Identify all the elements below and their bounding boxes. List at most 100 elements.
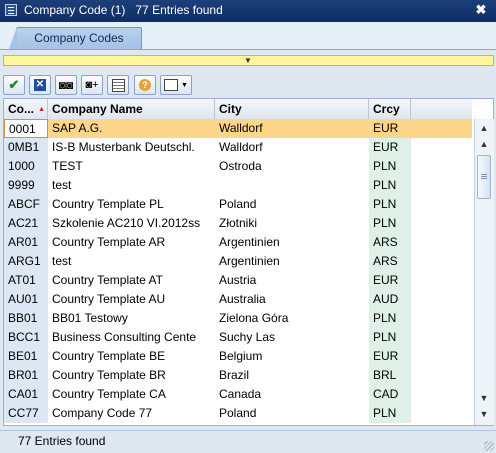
cell-city[interactable]: Walldorf xyxy=(215,138,369,157)
cell-company-code[interactable]: AT01 xyxy=(4,271,48,290)
cell-currency[interactable]: PLN xyxy=(369,309,411,328)
cell-company-name[interactable]: Country Template AU xyxy=(48,290,215,309)
cell-company-name[interactable]: Country Template BE xyxy=(48,347,215,366)
cell-company-name[interactable]: BB01 Testowy xyxy=(48,309,215,328)
cell-company-name[interactable]: Company Code 77 xyxy=(48,404,215,423)
cell-city[interactable]: Argentinien xyxy=(215,252,369,271)
cell-city[interactable]: Austria xyxy=(215,271,369,290)
cell-city[interactable]: Złotniki xyxy=(215,214,369,233)
cell-currency[interactable]: EUR xyxy=(369,119,411,138)
table-row[interactable]: ABCF Country Template PL Poland PLN xyxy=(4,195,472,214)
cell-company-code[interactable]: BR01 xyxy=(4,366,48,385)
cell-currency[interactable]: BRL xyxy=(369,366,411,385)
column-header-city[interactable]: City xyxy=(215,99,369,119)
cell-company-code[interactable]: 9999 xyxy=(4,176,48,195)
tab-company-codes[interactable]: Company Codes xyxy=(9,27,142,49)
cell-company-code[interactable]: BCC1 xyxy=(4,328,48,347)
column-header-code[interactable]: Co... ▲ xyxy=(4,99,48,119)
column-header-company-name[interactable]: Company Name xyxy=(48,99,215,119)
close-window-icon[interactable]: ✖ xyxy=(473,2,489,18)
table-row[interactable]: AR01 Country Template AR Argentinien ARS xyxy=(4,233,472,252)
save-selection-button[interactable] xyxy=(107,75,129,95)
cell-currency[interactable]: PLN xyxy=(369,176,411,195)
table-row[interactable]: CC77 Company Code 77 Poland PLN xyxy=(4,404,472,423)
cell-company-name[interactable]: test xyxy=(48,176,215,195)
table-row[interactable]: BB01 BB01 Testowy Zielona Góra PLN xyxy=(4,309,472,328)
cell-city[interactable]: Argentinien xyxy=(215,233,369,252)
cell-currency[interactable]: EUR xyxy=(369,347,411,366)
cell-currency[interactable]: PLN xyxy=(369,214,411,233)
cell-city[interactable]: Canada xyxy=(215,385,369,404)
cell-city[interactable] xyxy=(215,176,369,195)
find-next-button[interactable]: ◙+ xyxy=(81,75,103,95)
cell-company-name[interactable]: Szkolenie AC210 VI.2012ss xyxy=(48,214,215,233)
cell-company-code[interactable]: AC21 xyxy=(4,214,48,233)
cell-company-name[interactable]: Country Template CA xyxy=(48,385,215,404)
table-row[interactable]: BCC1 Business Consulting Cente Suchy Las PL… xyxy=(4,328,472,347)
cell-company-code[interactable]: AR01 xyxy=(4,233,48,252)
find-button[interactable]: ◙◙ xyxy=(55,75,77,95)
cell-company-name[interactable]: test xyxy=(48,252,215,271)
cell-currency[interactable]: PLN xyxy=(369,195,411,214)
cell-currency[interactable]: CAD xyxy=(369,385,411,404)
cell-city[interactable]: Brazil xyxy=(215,366,369,385)
cell-company-code[interactable]: CC77 xyxy=(4,404,48,423)
cell-city[interactable]: Belgium xyxy=(215,347,369,366)
resize-grip-icon[interactable] xyxy=(484,441,494,451)
table-row[interactable]: ARG1 test Argentinien ARS xyxy=(4,252,472,271)
confirm-button[interactable]: ✔ xyxy=(3,75,25,95)
cell-currency[interactable]: EUR xyxy=(369,271,411,290)
column-header-currency[interactable]: Crcy xyxy=(369,99,411,119)
cell-company-code[interactable]: ABCF xyxy=(4,195,48,214)
cell-company-code[interactable]: AU01 xyxy=(4,290,48,309)
cell-currency[interactable]: PLN xyxy=(369,157,411,176)
cell-company-code[interactable]: 0001 xyxy=(4,119,48,138)
cell-company-code[interactable]: CA01 xyxy=(4,385,48,404)
cell-city[interactable]: Ostroda xyxy=(215,157,369,176)
cell-company-name[interactable]: Country Template PL xyxy=(48,195,215,214)
table-row[interactable]: AC21 Szkolenie AC210 VI.2012ss Złotniki PLN xyxy=(4,214,472,233)
help-button[interactable]: ? xyxy=(134,75,156,95)
cell-company-name[interactable]: SAP A.G. xyxy=(48,119,215,138)
cell-currency[interactable]: ARS xyxy=(369,233,411,252)
cell-company-name[interactable]: Country Template AT xyxy=(48,271,215,290)
table-row[interactable]: 1000 TEST Ostroda PLN xyxy=(4,157,472,176)
table-row[interactable]: 0001 SAP A.G. Walldorf EUR xyxy=(4,119,472,138)
cell-city[interactable]: Poland xyxy=(215,404,369,423)
cell-company-name[interactable]: Country Template AR xyxy=(48,233,215,252)
restrictions-toggle-bar[interactable]: ▼ xyxy=(3,55,494,66)
scroll-up-icon[interactable]: ▲ xyxy=(477,121,491,135)
table-row[interactable]: AU01 Country Template AU Australia AUD xyxy=(4,290,472,309)
cell-currency[interactable]: ARS xyxy=(369,252,411,271)
cell-city[interactable]: Poland xyxy=(215,195,369,214)
scrollbar-thumb[interactable] xyxy=(477,155,491,199)
table-row[interactable]: 0MB1 IS-B Musterbank Deutschl. Walldorf EUR xyxy=(4,138,472,157)
table-row[interactable]: 9999 test PLN xyxy=(4,176,472,195)
cancel-button[interactable]: ✕ xyxy=(29,75,51,95)
cell-city[interactable]: Zielona Góra xyxy=(215,309,369,328)
cell-currency[interactable]: PLN xyxy=(369,328,411,347)
cell-company-name[interactable]: IS-B Musterbank Deutschl. xyxy=(48,138,215,157)
scroll-down-icon[interactable]: ▼ xyxy=(477,407,491,421)
cell-company-code[interactable]: ARG1 xyxy=(4,252,48,271)
cell-city[interactable]: Australia xyxy=(215,290,369,309)
cell-city[interactable]: Walldorf xyxy=(215,119,369,138)
cell-currency[interactable]: EUR xyxy=(369,138,411,157)
window-menu-icon[interactable] xyxy=(5,4,17,16)
scroll-up-icon[interactable]: ▲ xyxy=(477,137,491,151)
cell-company-code[interactable]: BB01 xyxy=(4,309,48,328)
cell-currency[interactable]: AUD xyxy=(369,290,411,309)
print-button[interactable]: ▼ xyxy=(160,75,192,95)
table-row[interactable]: AT01 Country Template AT Austria EUR xyxy=(4,271,472,290)
cell-company-code[interactable]: 1000 xyxy=(4,157,48,176)
cell-company-code[interactable]: BE01 xyxy=(4,347,48,366)
scroll-down-icon[interactable]: ▼ xyxy=(477,391,491,405)
table-row[interactable]: BR01 Country Template BR Brazil BRL xyxy=(4,366,472,385)
table-row[interactable]: CA01 Country Template CA Canada CAD xyxy=(4,385,472,404)
vertical-scrollbar[interactable]: ▲ ▲ ▼ ▼ xyxy=(474,119,494,425)
cell-company-name[interactable]: TEST xyxy=(48,157,215,176)
cell-currency[interactable]: PLN xyxy=(369,404,411,423)
table-row[interactable]: BE01 Country Template BE Belgium EUR xyxy=(4,347,472,366)
cell-city[interactable]: Suchy Las xyxy=(215,328,369,347)
cell-company-name[interactable]: Country Template BR xyxy=(48,366,215,385)
